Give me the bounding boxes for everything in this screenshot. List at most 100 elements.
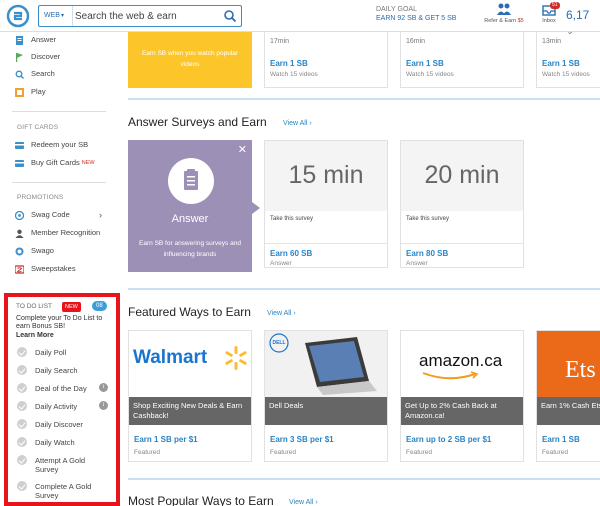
featured-overlay-text: Get Up to 2% Cash Back at Amazon.ca! <box>401 397 523 425</box>
inbox-count-badge: 51 <box>550 2 560 9</box>
search-input[interactable] <box>75 8 219 24</box>
main-content: Watch Earn SB when you watch popular vid… <box>128 22 600 506</box>
sidebar-item-redeem[interactable]: Redeem your SB <box>0 137 112 153</box>
video-earn: Earn 1 SB <box>542 59 580 68</box>
chevron-right-icon: › <box>315 499 318 506</box>
survey-sub: Answer <box>270 260 292 267</box>
checkmark-icon <box>17 481 27 491</box>
answer-promo-text: Earn SB for answering surveys and influe… <box>139 240 241 258</box>
sidebar-item-member-recognition[interactable]: Member Recognition <box>0 225 112 241</box>
watch-promo-text: Earn SB when you watch popular videos <box>141 50 239 68</box>
featured-view-all-link[interactable]: View All › <box>267 310 296 317</box>
refer-label: Refer & Earn <box>484 18 517 24</box>
sb-balance[interactable]: 6,17 <box>566 8 589 22</box>
todo-item-label: Daily Search <box>35 366 78 375</box>
sidebar-item-sweepstakes[interactable]: Sweepstakes <box>0 261 112 277</box>
sidebar-item-label: Sweepstakes <box>31 264 76 273</box>
featured-card-etsy[interactable]: Ets Earn 1% Cash Etsy! Earn 1 SB Feature… <box>536 330 600 462</box>
todo-list-panel: TO DO LIST NEW 08 Complete your To Do Li… <box>4 293 120 506</box>
featured-card-amazon[interactable]: amazon.ca Get Up to 2% Cash Back at Amaz… <box>400 330 524 462</box>
todo-item-label: Deal of the Day <box>35 384 87 393</box>
survey-duration: 15 min <box>288 161 364 189</box>
refer-sb: $5 <box>517 18 524 24</box>
checkmark-icon <box>17 347 27 357</box>
todo-new-badge: NEW <box>62 302 81 312</box>
sidebar-item-label: Member Recognition <box>31 228 101 237</box>
sidebar-item-swago[interactable]: Swago <box>0 243 112 259</box>
featured-overlay-text: Shop Exciting New Deals & Earn Cashback! <box>129 397 251 425</box>
arrow-pointer <box>252 202 260 214</box>
sidebar-item-label: Answer <box>31 35 57 44</box>
swagbucks-logo[interactable] <box>6 4 30 28</box>
close-icon[interactable]: ✕ <box>238 143 247 156</box>
search-icon <box>15 70 24 79</box>
learn-more-link[interactable]: Learn More <box>16 332 54 339</box>
featured-sub: Featured <box>270 449 297 456</box>
daily-goal[interactable]: DAILY GOAL EARN 92 SB & GET 5 SB <box>376 5 456 23</box>
video-sub: Watch 15 videos <box>542 71 590 78</box>
checkmark-icon <box>17 437 27 447</box>
featured-card-walmart[interactable]: Walmart Shop Exciting New Deals & Earn C… <box>128 330 252 462</box>
video-minutes: 16min <box>406 38 426 45</box>
sidebar-item-discover[interactable]: Discover <box>0 49 112 65</box>
section-divider <box>128 288 600 290</box>
survey-earn: Earn 60 SB <box>270 249 313 258</box>
sidebar-item-label: Swago <box>31 246 54 255</box>
take-survey-label: Take this survey <box>270 216 314 222</box>
view-all-label: View All <box>267 310 292 317</box>
featured-overlay-text: Earn 1% Cash Etsy! <box>537 397 600 425</box>
featured-overlay-text: Dell Deals <box>265 397 387 425</box>
survey-card[interactable]: 20 min Take this survey Earn 80 SB Answe… <box>400 140 524 268</box>
dell-logo-area: DELL <box>265 331 387 397</box>
sidebar-item-label: Search <box>31 69 55 78</box>
video-earn: Earn 1 SB <box>270 59 308 68</box>
chevron-right-icon: › <box>99 210 102 220</box>
sidebar-item-answer[interactable]: Answer <box>0 32 112 48</box>
checkmark-icon <box>17 455 27 465</box>
survey-sub: Answer <box>406 260 428 267</box>
sidebar-item-swag-code[interactable]: Swag Code › <box>0 207 112 223</box>
survey-card-top: 15 min <box>265 141 387 211</box>
sidebar-item-label: Play <box>31 87 46 96</box>
refer-and-earn-button[interactable]: Refer & Earn $5 <box>480 2 528 24</box>
chevron-right-icon: › <box>309 120 312 127</box>
video-sub: Watch 15 videos <box>270 71 318 78</box>
sidebar-item-buy-gift-cards[interactable]: Buy Gift Cards NEW <box>0 155 112 171</box>
sidebar-item-play[interactable]: Play <box>0 84 112 100</box>
inbox-label: Inbox <box>542 18 556 24</box>
walmart-logo: Walmart <box>129 331 251 397</box>
sidebar-item-label: Swag Code <box>31 210 70 219</box>
video-minutes: 17min <box>270 38 290 45</box>
search-icon[interactable] <box>223 9 237 23</box>
search-scope-dropdown[interactable]: WEB▾ <box>39 6 73 26</box>
buy-gift-cards-text: Buy Gift Cards <box>31 158 80 167</box>
search-box: WEB▾ <box>38 5 242 27</box>
checkmark-icon <box>17 365 27 375</box>
info-icon[interactable]: i <box>99 401 108 410</box>
dell-wordmark: DELL <box>272 340 286 346</box>
survey-card[interactable]: 15 min Take this survey Earn 60 SB Answe… <box>264 140 388 268</box>
sidebar-item-label: Redeem your SB <box>31 140 89 149</box>
answer-promo-card[interactable]: ✕ Answer Earn SB for answering surveys a… <box>128 140 252 272</box>
view-all-label: View All <box>289 499 314 506</box>
surveys-view-all-link[interactable]: View All › <box>283 120 312 127</box>
popular-heading: Most Popular Ways to Earn <box>128 494 274 506</box>
popular-view-all-link[interactable]: View All › <box>289 499 318 506</box>
chevron-down-icon: ▾ <box>60 13 64 19</box>
card-divider <box>265 243 387 244</box>
gift-cards-heading: GIFT CARDS <box>17 124 59 131</box>
sidebar-item-search[interactable]: Search <box>0 66 112 82</box>
take-survey-label: Take this survey <box>406 216 450 222</box>
featured-card-dell[interactable]: DELL Dell Deals Earn 3 SB per $1 Feature… <box>264 330 388 462</box>
chevron-right-icon: › <box>293 310 296 317</box>
sidebar-divider <box>12 182 106 183</box>
swag-code-icon <box>15 211 24 220</box>
top-header: WEB▾ DAILY GOAL EARN 92 SB & GET 5 SB Re… <box>0 0 600 32</box>
todo-item-label: Complete A Gold Survey <box>35 482 92 500</box>
page: WEB▾ DAILY GOAL EARN 92 SB & GET 5 SB Re… <box>0 0 600 506</box>
checkmark-icon <box>17 383 27 393</box>
info-icon[interactable]: i <box>99 383 108 392</box>
inbox-button[interactable]: 51 Inbox <box>536 2 562 24</box>
featured-sub: Featured <box>542 449 569 456</box>
surveys-heading: Answer Surveys and Earn <box>128 115 267 129</box>
